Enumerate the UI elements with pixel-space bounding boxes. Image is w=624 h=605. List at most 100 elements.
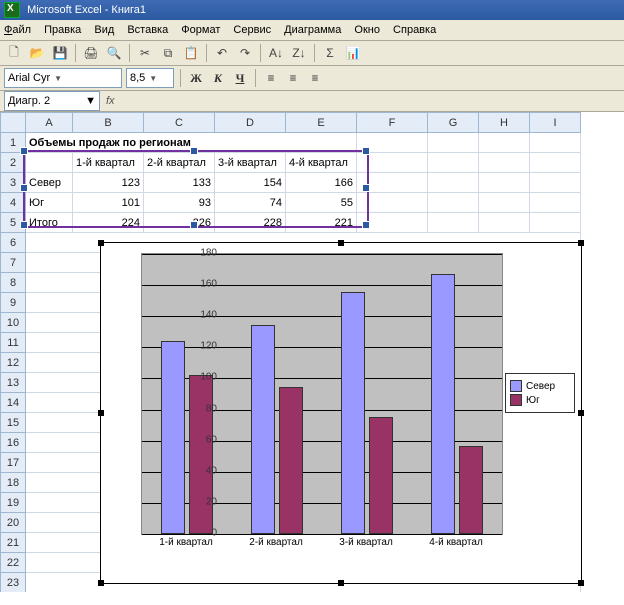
cut-icon[interactable]: ✂ (135, 43, 155, 63)
menu-edit[interactable]: Правка (44, 24, 81, 36)
cell[interactable]: 133 (144, 173, 215, 193)
cell[interactable] (357, 153, 428, 173)
row-header[interactable]: 5 (1, 213, 26, 233)
cell[interactable] (357, 213, 428, 233)
resize-handle[interactable] (98, 240, 104, 246)
row-header[interactable]: 2 (1, 153, 26, 173)
cell[interactable]: 154 (215, 173, 286, 193)
row-header[interactable]: 9 (1, 293, 26, 313)
menu-help[interactable]: Справка (393, 24, 436, 36)
row-header[interactable]: 22 (1, 553, 26, 573)
cell[interactable] (479, 153, 530, 173)
underline-button[interactable]: Ч (231, 69, 249, 87)
cell[interactable] (530, 133, 581, 153)
select-all[interactable] (1, 113, 26, 133)
align-center-icon[interactable]: ≡ (284, 69, 302, 87)
cell[interactable] (530, 173, 581, 193)
font-size-combo[interactable]: 8,5▼ (126, 68, 174, 88)
fx-icon[interactable]: fx (106, 95, 115, 107)
menu-window[interactable]: Окно (354, 24, 380, 36)
bold-button[interactable]: Ж (187, 69, 205, 87)
menu-file[interactable]: Файл (4, 24, 31, 36)
redo-icon[interactable]: ↷ (235, 43, 255, 63)
menu-view[interactable]: Вид (94, 24, 114, 36)
cell[interactable]: 166 (286, 173, 357, 193)
cell[interactable] (428, 173, 479, 193)
bar[interactable] (341, 292, 365, 534)
row-header[interactable]: 8 (1, 273, 26, 293)
cell[interactable] (530, 193, 581, 213)
plot-area[interactable] (141, 253, 503, 535)
save-icon[interactable]: 💾 (50, 43, 70, 63)
worksheet-grid[interactable]: A B C D E F G H I 1 Объемы продаж по рег… (0, 112, 624, 592)
name-box[interactable]: Диагр. 2 ▼ (4, 91, 100, 111)
align-left-icon[interactable]: ≡ (262, 69, 280, 87)
cell[interactable]: 2-й квартал (144, 153, 215, 173)
cell[interactable] (428, 133, 479, 153)
cell[interactable]: 3-й квартал (215, 153, 286, 173)
resize-handle[interactable] (338, 580, 344, 586)
col-header[interactable]: F (357, 113, 428, 133)
chart-object[interactable]: 020406080100120140160180 1-й квартал2-й … (100, 242, 582, 584)
print-icon[interactable]: 🖨 (81, 43, 101, 63)
copy-icon[interactable]: ⧉ (158, 43, 178, 63)
col-header[interactable]: C (144, 113, 215, 133)
italic-button[interactable]: К (209, 69, 227, 87)
bar[interactable] (369, 417, 393, 534)
row-header[interactable]: 21 (1, 533, 26, 553)
resize-handle[interactable] (98, 410, 104, 416)
row-header[interactable]: 18 (1, 473, 26, 493)
col-header[interactable]: H (479, 113, 530, 133)
col-header[interactable]: E (286, 113, 357, 133)
menu-diagram[interactable]: Диаграмма (284, 24, 341, 36)
row-header[interactable]: 10 (1, 313, 26, 333)
sum-icon[interactable]: Σ (320, 43, 340, 63)
cell[interactable] (479, 193, 530, 213)
bar[interactable] (459, 446, 483, 534)
row-header[interactable]: 20 (1, 513, 26, 533)
cell[interactable] (428, 213, 479, 233)
cell[interactable]: 4-й квартал (286, 153, 357, 173)
cell[interactable] (428, 153, 479, 173)
row-header[interactable]: 23 (1, 573, 26, 593)
row-header[interactable]: 4 (1, 193, 26, 213)
open-icon[interactable]: 📂 (27, 43, 47, 63)
sort-desc-icon[interactable]: Z↓ (289, 43, 309, 63)
undo-icon[interactable]: ↶ (212, 43, 232, 63)
sort-asc-icon[interactable]: A↓ (266, 43, 286, 63)
menu-format[interactable]: Формат (181, 24, 220, 36)
resize-handle[interactable] (98, 580, 104, 586)
row-header[interactable]: 15 (1, 413, 26, 433)
row-header[interactable]: 16 (1, 433, 26, 453)
row-header[interactable]: 1 (1, 133, 26, 153)
cell[interactable]: 1-й квартал (73, 153, 144, 173)
col-header[interactable]: B (73, 113, 144, 133)
col-header[interactable]: I (530, 113, 581, 133)
cell[interactable]: 101 (73, 193, 144, 213)
cell[interactable]: 74 (215, 193, 286, 213)
resize-handle[interactable] (578, 410, 584, 416)
chart-icon[interactable]: 📊 (343, 43, 363, 63)
row-header[interactable]: 14 (1, 393, 26, 413)
cell[interactable]: 221 (286, 213, 357, 233)
row-header[interactable]: 19 (1, 493, 26, 513)
cell[interactable]: 123 (73, 173, 144, 193)
cell[interactable] (26, 153, 73, 173)
cell[interactable] (530, 213, 581, 233)
bar[interactable] (189, 375, 213, 534)
row-header[interactable]: 12 (1, 353, 26, 373)
row-header[interactable]: 11 (1, 333, 26, 353)
cell[interactable] (479, 173, 530, 193)
row-header[interactable]: 3 (1, 173, 26, 193)
resize-handle[interactable] (578, 240, 584, 246)
bar[interactable] (251, 325, 275, 534)
cell[interactable]: Итого (26, 213, 73, 233)
row-header[interactable]: 7 (1, 253, 26, 273)
cell[interactable]: 228 (215, 213, 286, 233)
cell[interactable]: Юг (26, 193, 73, 213)
col-header[interactable]: D (215, 113, 286, 133)
cell[interactable] (357, 193, 428, 213)
resize-handle[interactable] (578, 580, 584, 586)
menu-service[interactable]: Сервис (233, 24, 271, 36)
cell[interactable] (357, 133, 428, 153)
